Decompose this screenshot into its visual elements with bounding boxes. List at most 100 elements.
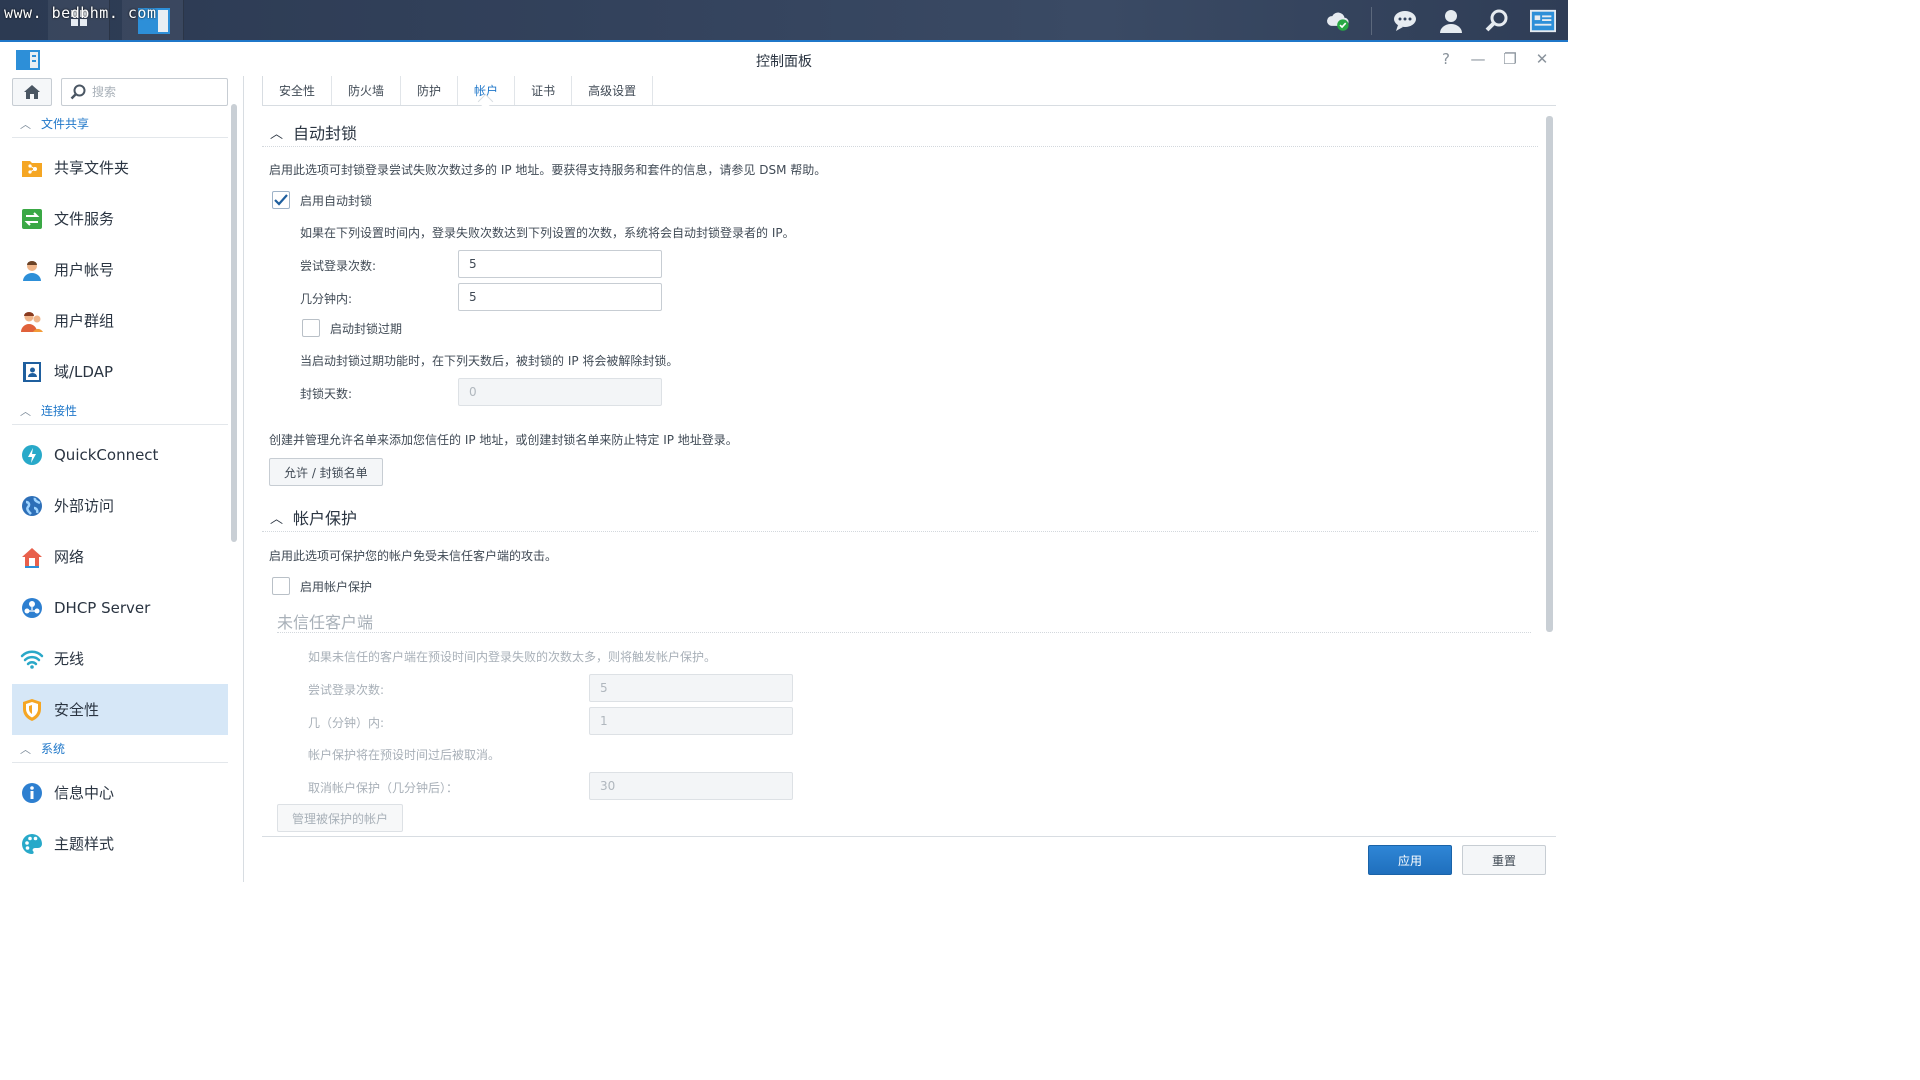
untrusted-attempts-input[interactable] — [589, 674, 793, 702]
nav-group-label: 系统 — [41, 742, 66, 756]
section-header-account-protection[interactable]: ︿ 帐户保护 — [270, 505, 357, 529]
notifications-chat-icon[interactable] — [1392, 8, 1418, 34]
nav-group-label: 连接性 — [41, 404, 78, 418]
untrusted-attempts-label: 尝试登录次数: — [308, 683, 385, 697]
sidebar-item-security[interactable]: 安全性 — [12, 684, 228, 735]
allow-block-list-button[interactable]: 允许 / 封锁名单 — [269, 458, 383, 486]
sidebar-scrollbar[interactable] — [231, 104, 237, 542]
sidebar-item-user-group[interactable]: 用户群组 — [12, 295, 228, 346]
sidebar-item-quickconnect[interactable]: QuickConnect — [12, 429, 228, 480]
sidebar-item-domain-ldap[interactable]: 域/LDAP — [12, 346, 228, 397]
theme-palette-icon — [20, 832, 44, 856]
sidebar-item-label: 共享文件夹 — [54, 159, 130, 177]
login-attempts-input[interactable] — [458, 250, 662, 278]
account-protection-description: 启用此选项可保护您的帐户免受未信任客户端的攻击。 — [269, 549, 558, 563]
sidebar-item-network[interactable]: 网络 — [12, 531, 228, 582]
sidebar-item-file-services[interactable]: 文件服务 — [12, 193, 228, 244]
enable-auto-block-checkbox[interactable] — [272, 191, 290, 209]
auto-block-rule-description: 如果在下列设置时间内，登录失败次数达到下列设置的次数，系统将会自动封锁登录者的 … — [300, 226, 795, 240]
external-access-icon — [20, 494, 44, 518]
user-account-icon — [20, 258, 44, 282]
sidebar-item-label: 用户群组 — [54, 312, 115, 330]
dsm-taskbar: www. bedbhm. com — [0, 0, 1568, 42]
watermark-text: www. bedbhm. com — [4, 4, 157, 22]
sidebar-item-label: 外部访问 — [54, 497, 115, 515]
manage-protected-accounts-button[interactable]: 管理被保护的帐户 — [277, 804, 404, 832]
tab-security[interactable]: 安全性 — [262, 76, 331, 105]
sidebar-item-info-center[interactable]: 信息中心 — [12, 767, 228, 818]
untrusted-clients-title: 未信任客户端 — [277, 613, 374, 632]
restore-button[interactable]: ❐ — [1502, 50, 1518, 68]
untrusted-clients-description: 如果未信任的客户端在预设时间内登录失败的次数太多，则将触发帐户保护。 — [308, 650, 717, 664]
cloud-sync-status-icon[interactable] — [1325, 8, 1351, 34]
allow-block-list-description: 创建并管理允许名单来添加您信任的 IP 地址，或创建封锁名单来防止特定 IP 地… — [269, 433, 738, 447]
subsection-divider — [277, 632, 1531, 633]
file-services-icon — [20, 207, 44, 231]
untrusted-minutes-input[interactable] — [589, 707, 793, 735]
home-button[interactable] — [12, 78, 52, 106]
sidebar-item-external-access[interactable]: 外部访问 — [12, 480, 228, 531]
chevron-up-icon: ︿ — [20, 117, 31, 131]
close-button[interactable]: ✕ — [1534, 50, 1550, 68]
checkmark-icon — [274, 194, 288, 206]
security-shield-icon — [20, 698, 44, 722]
block-expiration-description: 当启动封锁过期功能时，在下列天数后，被封锁的 IP 将会被解除封锁。 — [300, 354, 679, 368]
sidebar-item-label: 信息中心 — [54, 784, 115, 802]
content-scrollbar[interactable] — [1546, 116, 1553, 632]
section-title: 帐户保护 — [293, 509, 358, 528]
help-button[interactable]: ? — [1438, 50, 1454, 68]
apply-button[interactable]: 应用 — [1368, 845, 1452, 875]
sidebar-search-input[interactable] — [92, 85, 212, 99]
sidebar-item-label: DHCP Server — [54, 598, 151, 617]
sidebar-item-label: 文件服务 — [54, 210, 115, 228]
info-center-icon — [20, 781, 44, 805]
chevron-up-icon: ︿ — [20, 742, 31, 756]
enable-block-expiration-label: 启动封锁过期 — [330, 322, 403, 336]
nav-group-system[interactable]: ︿ 系统 — [12, 735, 228, 763]
cancel-protection-minutes-input[interactable] — [589, 772, 793, 800]
nav-group-connectivity[interactable]: ︿ 连接性 — [12, 397, 228, 425]
chevron-up-icon: ︿ — [20, 404, 31, 418]
window-title: 控制面板 — [756, 54, 812, 70]
enable-account-protection-checkbox[interactable] — [272, 577, 290, 595]
section-header-auto-block[interactable]: ︿ 自动封锁 — [270, 120, 357, 144]
network-icon — [20, 545, 44, 569]
sidebar-item-dhcp-server[interactable]: DHCP Server — [12, 582, 228, 633]
sidebar-item-label: 主题样式 — [54, 835, 115, 853]
block-days-label: 封锁天数: — [300, 387, 353, 401]
window-titlebar[interactable]: 控制面板 ? — ❐ ✕ — [0, 42, 1568, 76]
user-group-icon — [20, 309, 44, 333]
taskbar-separator — [1371, 7, 1372, 35]
enable-account-protection-label: 启用帐户保护 — [300, 580, 373, 594]
reset-button[interactable]: 重置 — [1462, 845, 1546, 875]
sidebar-search[interactable] — [61, 78, 228, 106]
user-options-icon[interactable] — [1438, 8, 1464, 34]
minimize-button[interactable]: — — [1470, 50, 1486, 68]
search-icon[interactable] — [1484, 8, 1510, 34]
section-title: 自动封锁 — [293, 124, 358, 143]
cancel-protection-minutes-label: 取消帐户保护（几分钟后）： — [308, 781, 459, 795]
chevron-up-icon: ︿ — [270, 511, 284, 527]
shared-folder-icon — [20, 156, 44, 180]
sidebar-item-user-account[interactable]: 用户帐号 — [12, 244, 228, 295]
nav-group-file-sharing[interactable]: ︿ 文件共享 — [12, 110, 228, 138]
enable-block-expiration-checkbox[interactable] — [302, 319, 320, 337]
tab-account[interactable]: 帐户 — [457, 76, 514, 105]
sidebar-item-theme[interactable]: 主题样式 — [12, 818, 228, 869]
tab-protection[interactable]: 防护 — [400, 76, 457, 105]
block-days-input[interactable] — [458, 378, 662, 406]
sidebar-item-label: 安全性 — [54, 701, 100, 719]
nav-group-label: 文件共享 — [41, 117, 90, 131]
sidebar-item-label: 网络 — [54, 548, 85, 566]
tab-certificate[interactable]: 证书 — [514, 76, 571, 105]
sidebar-item-wireless[interactable]: 无线 — [12, 633, 228, 684]
sidebar: ︿ 文件共享 共享文件夹 文件服务 用户帐号 用户群组 域/LDAP ︿ 连接性 — [0, 76, 244, 882]
sidebar-item-shared-folder[interactable]: 共享文件夹 — [12, 142, 228, 193]
tab-firewall[interactable]: 防火墙 — [331, 76, 400, 105]
dhcp-server-icon — [20, 596, 44, 620]
widgets-icon[interactable] — [1530, 8, 1556, 34]
settings-content: ︿ 自动封锁 启用此选项可封锁登录尝试失败次数过多的 IP 地址。要获得支持服务… — [262, 112, 1556, 834]
domain-ldap-icon — [20, 360, 44, 384]
tab-advanced[interactable]: 高级设置 — [571, 76, 654, 105]
within-minutes-input[interactable] — [458, 283, 662, 311]
